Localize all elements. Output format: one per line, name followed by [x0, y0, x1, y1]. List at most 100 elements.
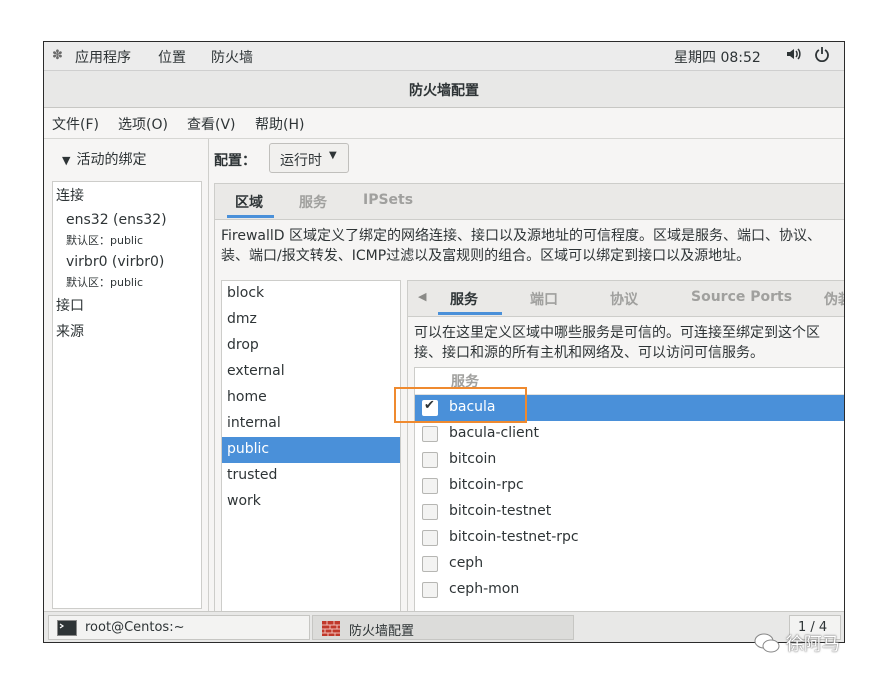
service-checkbox[interactable]: [422, 504, 438, 520]
connection-zone: 默认区：public: [66, 234, 144, 247]
active-bindings-pane: ▼ 活动的绑定 连接 ens32 (ens32) 默认区：public virbr…: [44, 139, 209, 611]
desktop-screen: ✽ 应用程序 位置 防火墙 星期四 08:52 防火墙配置 文件(F) 选项(O…: [44, 42, 844, 642]
zone-label: block: [227, 285, 265, 301]
service-row-bitcoin[interactable]: bitcoin: [415, 447, 844, 473]
service-description-line: 接、接口和源的所有主机和网络及、可以访问可信服务。: [414, 345, 764, 361]
active-tab-indicator: [227, 215, 274, 218]
places-menu[interactable]: 位置: [158, 47, 186, 67]
tab-zone-services[interactable]: 服务: [450, 289, 478, 309]
zone-settings-pane: ◀ 服务 端口 协议 Source Ports 伪装 可以在这里定义区域中哪些服…: [407, 280, 844, 614]
zone-item-external[interactable]: external: [222, 359, 400, 385]
zone-description-line: 装、端口/报文转发、ICMP过滤以及富规则的组合。区域可以绑定到接口以及源地址。: [221, 248, 751, 264]
menu-view[interactable]: 查看(V): [187, 114, 236, 134]
service-checkbox[interactable]: [422, 452, 438, 468]
volume-icon[interactable]: [785, 46, 801, 66]
service-checkbox[interactable]: [422, 426, 438, 442]
main-notebook: 区域 服务 IPSets FirewallD 区域定义了绑定的网络连接、接口以及…: [214, 183, 844, 614]
service-row-bitcoin-testnet[interactable]: bitcoin-testnet: [415, 499, 844, 525]
tab-zone-protocols[interactable]: 协议: [610, 289, 638, 309]
zone-item-internal[interactable]: internal: [222, 411, 400, 437]
highlight-annotation: [394, 387, 527, 423]
zone-item-public[interactable]: public: [222, 437, 400, 463]
tab-zone-masquerade[interactable]: 伪装: [824, 289, 844, 309]
configuration-mode-value: 运行时: [280, 153, 322, 169]
zone-item-trusted[interactable]: trusted: [222, 463, 400, 489]
menu-help[interactable]: 帮助(H): [255, 114, 304, 134]
firewall-icon: [321, 619, 341, 641]
zone-description: FirewallD 区域定义了绑定的网络连接、接口以及源地址的可信程度。区域是服…: [221, 226, 844, 266]
service-name: bacula-client: [449, 425, 540, 441]
service-description: 可以在这里定义区域中哪些服务是可信的。可连接至绑定到这个区 接、接口和源的所有主…: [414, 323, 844, 363]
active-tab-indicator: [438, 312, 502, 315]
applications-menu[interactable]: 应用程序: [75, 47, 131, 67]
main-tabs: 区域 服务 IPSets: [215, 184, 844, 220]
zone-label: external: [227, 363, 285, 379]
menubar: 文件(F) 选项(O) 查看(V) 帮助(H): [44, 108, 844, 139]
clock[interactable]: 星期四 08:52: [674, 47, 761, 67]
connection-name[interactable]: ens32 (ens32): [66, 212, 167, 228]
taskbar: root@Centos:~ 防火墙配置 1 / 4: [44, 611, 844, 642]
connection-zone: 默认区：public: [66, 276, 144, 289]
service-checkbox[interactable]: [422, 582, 438, 598]
sources-heading[interactable]: 来源: [56, 321, 84, 341]
zone-item-home[interactable]: home: [222, 385, 400, 411]
watermark: 徐阿马: [754, 630, 840, 656]
zone-label: public: [227, 441, 270, 457]
zone-item-drop[interactable]: drop: [222, 333, 400, 359]
menu-file[interactable]: 文件(F): [52, 114, 99, 134]
zone-label: dmz: [227, 311, 257, 327]
service-checkbox[interactable]: [422, 556, 438, 572]
tab-zones[interactable]: 区域: [235, 192, 263, 212]
active-bindings-toggle[interactable]: ▼ 活动的绑定: [62, 149, 146, 169]
service-name: bitcoin: [449, 451, 497, 467]
tab-zone-ports[interactable]: 端口: [530, 289, 558, 309]
interfaces-heading[interactable]: 接口: [56, 295, 84, 315]
service-checkbox[interactable]: [422, 478, 438, 494]
tab-ipsets[interactable]: IPSets: [363, 192, 413, 208]
service-row-bitcoin-testnet-rpc[interactable]: bitcoin-testnet-rpc: [415, 525, 844, 551]
taskbar-firewall-label: 防火墙配置: [349, 624, 415, 639]
active-bindings-label: 活动的绑定: [76, 152, 147, 168]
zone-item-work[interactable]: work: [222, 489, 400, 515]
service-name: bitcoin-testnet-rpc: [449, 529, 579, 545]
top-panel: ✽ 应用程序 位置 防火墙 星期四 08:52: [44, 42, 844, 71]
caret-down-icon: ▼: [329, 150, 337, 161]
zone-list: block dmz drop external home internal pu…: [221, 280, 401, 614]
firewall-app-menu[interactable]: 防火墙: [211, 47, 253, 67]
configuration-label: 配置：: [214, 153, 256, 169]
zone-item-block[interactable]: block: [222, 281, 400, 307]
zone-label: trusted: [227, 467, 278, 483]
taskbar-terminal[interactable]: root@Centos:~: [48, 615, 310, 640]
service-name: bitcoin-testnet: [449, 503, 552, 519]
applications-menu-icon: ✽: [52, 48, 63, 63]
connections-heading[interactable]: 连接: [56, 185, 84, 205]
service-name: bitcoin-rpc: [449, 477, 524, 493]
taskbar-terminal-label: root@Centos:~: [85, 620, 185, 635]
zone-label: drop: [227, 337, 259, 353]
zone-label: home: [227, 389, 267, 405]
terminal-icon: [57, 620, 77, 640]
zone-label: internal: [227, 415, 281, 431]
service-row-bacula-client[interactable]: bacula-client: [415, 421, 844, 447]
connection-name[interactable]: virbr0 (virbr0): [66, 254, 164, 270]
tab-scroll-left-icon[interactable]: ◀: [418, 290, 426, 303]
configuration-mode-dropdown[interactable]: 运行时 ▼: [269, 143, 349, 173]
power-icon[interactable]: [814, 46, 830, 66]
service-description-line: 可以在这里定义区域中哪些服务是可信的。可连接至绑定到这个区: [414, 325, 820, 341]
service-name: ceph-mon: [449, 581, 520, 597]
window-titlebar[interactable]: 防火墙配置: [44, 71, 844, 108]
service-checkbox[interactable]: [422, 530, 438, 546]
taskbar-firewall-config[interactable]: 防火墙配置: [312, 615, 574, 640]
service-row-bitcoin-rpc[interactable]: bitcoin-rpc: [415, 473, 844, 499]
wechat-icon: [754, 633, 786, 655]
tab-zone-source-ports[interactable]: Source Ports: [691, 289, 792, 305]
tab-services[interactable]: 服务: [299, 192, 327, 212]
service-row-ceph-mon[interactable]: ceph-mon: [415, 577, 844, 603]
service-row-ceph[interactable]: ceph: [415, 551, 844, 577]
chevron-down-icon: ▼: [62, 154, 71, 167]
zone-item-dmz[interactable]: dmz: [222, 307, 400, 333]
menu-options[interactable]: 选项(O): [118, 114, 168, 134]
zone-label: work: [227, 493, 261, 509]
service-name: ceph: [449, 555, 484, 571]
watermark-text: 徐阿马: [785, 634, 840, 655]
